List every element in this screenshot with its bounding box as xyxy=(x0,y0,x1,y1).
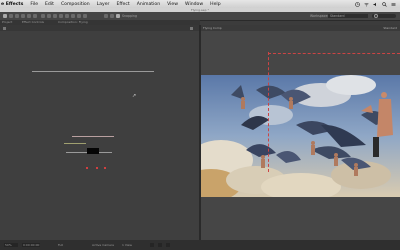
guide-line[interactable] xyxy=(268,53,400,54)
clone-stamp-tool-icon[interactable] xyxy=(65,14,69,18)
left-panel: ↗ xyxy=(0,25,199,240)
keyframe-marker[interactable] xyxy=(96,167,98,169)
hand-tool-icon[interactable] xyxy=(9,14,13,18)
selection-tool-icon[interactable] xyxy=(3,14,7,18)
resolution-value[interactable]: Full xyxy=(58,240,63,250)
camera-tool-icon[interactable] xyxy=(27,14,31,18)
menu-help[interactable]: Help xyxy=(210,2,220,7)
menu-window[interactable]: Window xyxy=(185,2,203,7)
solid-layer-thumbnail xyxy=(87,148,99,154)
pen-tool-icon[interactable] xyxy=(47,14,51,18)
type-tool-icon[interactable] xyxy=(53,14,57,18)
left-panel-header xyxy=(0,25,199,31)
list-icon[interactable] xyxy=(391,2,396,7)
menu-file[interactable]: File xyxy=(30,2,38,7)
composition-title[interactable]: Flying Comp xyxy=(203,25,222,31)
local-axis-mode-icon[interactable] xyxy=(104,14,108,18)
workspace-label: Workspace: xyxy=(310,14,329,18)
layer-bar[interactable] xyxy=(72,136,114,137)
pan-behind-tool-icon[interactable] xyxy=(33,14,37,18)
mouse-pointer-icon: ↗ xyxy=(132,93,137,99)
menu-effect[interactable]: Effect xyxy=(116,2,129,7)
brush-tool-icon[interactable] xyxy=(59,14,63,18)
app-name[interactable]: e Effects xyxy=(1,2,23,7)
view-layout-dropdown[interactable]: 1 View xyxy=(122,240,132,250)
snapping-label: Snapping xyxy=(122,14,137,18)
menu-composition[interactable]: Composition xyxy=(61,2,90,7)
search-icon[interactable] xyxy=(382,1,387,7)
keyframe-marker[interactable] xyxy=(104,167,106,169)
world-axis-mode-icon[interactable] xyxy=(110,14,114,18)
composition-viewer[interactable] xyxy=(201,75,400,197)
guide-line[interactable] xyxy=(268,52,270,172)
timecode-value: 0:00:00:00 xyxy=(23,243,40,247)
layer-bar[interactable] xyxy=(32,71,154,72)
search-help-icon xyxy=(374,14,378,18)
composition-panel: Flying Comp Standard xyxy=(201,25,400,240)
workspace-dropdown[interactable]: Standard xyxy=(328,13,368,18)
search-help-input[interactable] xyxy=(372,13,396,18)
menu-view[interactable]: View xyxy=(167,2,178,7)
timeline-icon[interactable] xyxy=(166,243,170,247)
snapping-checkbox-icon[interactable] xyxy=(116,14,120,18)
rotate-tool-icon[interactable] xyxy=(21,14,25,18)
composition-panel-header: Flying Comp Standard xyxy=(201,25,400,31)
keyframe-marker[interactable] xyxy=(86,167,88,169)
layer-bar[interactable] xyxy=(64,143,86,144)
eraser-tool-icon[interactable] xyxy=(71,14,75,18)
toggle-pixel-aspect-icon[interactable] xyxy=(150,243,154,247)
composition-view-label: Standard xyxy=(383,26,397,30)
puppet-tool-icon[interactable] xyxy=(83,14,87,18)
panel-options-icon[interactable] xyxy=(190,26,193,30)
roto-brush-tool-icon[interactable] xyxy=(77,14,81,18)
composition-image xyxy=(201,75,400,197)
menubar-status-icons xyxy=(355,0,396,8)
fast-previews-icon[interactable] xyxy=(158,243,162,247)
clock-icon[interactable] xyxy=(355,1,360,7)
sound-icon[interactable] xyxy=(373,2,378,7)
workspace-value: Standard xyxy=(330,13,345,18)
zoom-value: 50% xyxy=(5,243,12,247)
camera-dropdown[interactable]: Active Camera xyxy=(92,240,114,250)
wifi-icon[interactable] xyxy=(364,2,369,7)
menu-animation[interactable]: Animation xyxy=(137,2,160,7)
zoom-tool-icon[interactable] xyxy=(15,14,19,18)
menu-bar: e Effects File Edit Composition Layer Ef… xyxy=(0,0,400,8)
menu-layer[interactable]: Layer xyxy=(97,2,110,7)
menu-edit[interactable]: Edit xyxy=(45,2,54,7)
rectangle-tool-icon[interactable] xyxy=(41,14,45,18)
panel-menu-icon[interactable] xyxy=(3,26,6,30)
viewer-status-bar: 50% 0:00:00:00 Full Active Camera 1 View xyxy=(0,240,400,250)
